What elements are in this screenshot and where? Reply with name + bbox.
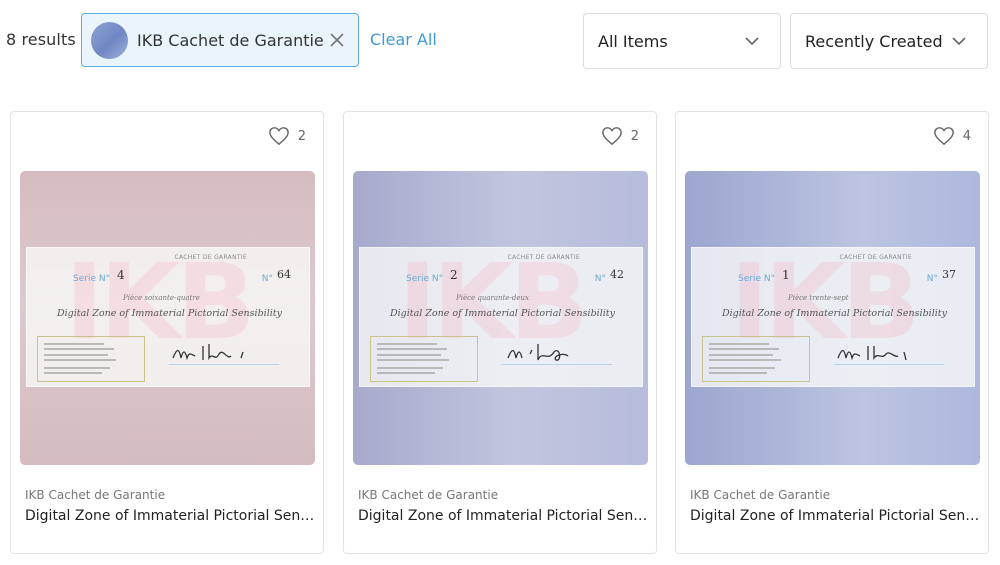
certificate-notice-box [370, 336, 478, 382]
items-filter-value: All Items [598, 31, 668, 51]
like-count: 2 [630, 128, 639, 144]
certificate-no-value: 64 [277, 268, 291, 281]
card-artist: IKB Cachet de Garantie [690, 488, 831, 502]
heart-icon [933, 127, 954, 146]
certificate-line-2: Digital Zone of Immaterial Pictorial Sen… [722, 308, 947, 319]
certificate-serie-label: Serie N° [738, 274, 776, 284]
card-artist: IKB Cachet de Garantie [358, 488, 499, 502]
artwork-image: IKB CACHET DE GARANTIE Serie N° 4 N° 64 … [20, 171, 315, 465]
items-filter-select[interactable]: All Items [583, 13, 781, 69]
sort-select[interactable]: Recently Created [790, 13, 988, 69]
certificate-header: CACHET DE GARANTIE [174, 254, 247, 261]
certificate-no-label: N° [261, 274, 273, 284]
artwork-image: IKB CACHET DE GARANTIE Serie N° 2 N° 42 … [353, 171, 648, 465]
certificate-no-value: 37 [942, 268, 956, 281]
chevron-down-icon [952, 37, 966, 46]
chevron-down-icon [745, 37, 759, 46]
sort-value: Recently Created [805, 31, 943, 51]
certificate-notice-box [37, 336, 145, 382]
artwork-image: IKB CACHET DE GARANTIE Serie N° 1 N° 37 … [685, 171, 980, 465]
certificate-line-1: Pièce quarante-deux [456, 294, 529, 302]
certificate-line-2: Digital Zone of Immaterial Pictorial Sen… [390, 308, 615, 319]
certificate-serie-value: 1 [782, 268, 790, 282]
certificate-no-value: 42 [610, 268, 624, 281]
certificate-line-1: Pièce soixante-quatre [123, 294, 200, 302]
artwork-card[interactable]: 2 IKB CACHET DE GARANTIE Serie N° 4 N° 6… [10, 111, 324, 554]
filter-chip-label: IKB Cachet de Garantie [137, 30, 324, 50]
certificate-line-1: Pièce trente-sept [788, 294, 849, 302]
certificate-header: CACHET DE GARANTIE [839, 254, 912, 261]
card-title[interactable]: Digital Zone of Immaterial Pictorial Sen… [25, 508, 315, 524]
certificate-no-label: N° [594, 274, 606, 284]
certificate: IKB CACHET DE GARANTIE Serie N° 2 N° 42 … [359, 247, 643, 387]
card-title[interactable]: Digital Zone of Immaterial Pictorial Sen… [358, 508, 648, 524]
card-artist: IKB Cachet de Garantie [25, 488, 166, 502]
results-count: 8 results [6, 30, 76, 49]
certificate-serie-label: Serie N° [406, 274, 444, 284]
filter-chip[interactable]: IKB Cachet de Garantie [81, 13, 359, 67]
clear-all-link[interactable]: Clear All [370, 30, 437, 49]
signature [172, 344, 244, 361]
certificate-serie-value: 2 [450, 268, 458, 282]
chip-avatar [91, 21, 128, 59]
like-button[interactable]: 4 [933, 126, 971, 146]
signature [507, 344, 569, 361]
certificate-serie-label: Serie N° [73, 274, 111, 284]
like-count: 4 [962, 128, 971, 144]
like-button[interactable]: 2 [601, 126, 639, 146]
certificate-no-label: N° [926, 274, 938, 284]
card-title[interactable]: Digital Zone of Immaterial Pictorial Sen… [690, 508, 980, 524]
certificate-header: CACHET DE GARANTIE [507, 254, 580, 261]
signature [837, 346, 907, 361]
artwork-card[interactable]: 2 IKB CACHET DE GARANTIE Serie N° 2 N° 4… [343, 111, 657, 554]
like-count: 2 [297, 128, 306, 144]
heart-icon [268, 127, 289, 146]
certificate-notice-box [702, 336, 810, 382]
certificate: IKB CACHET DE GARANTIE Serie N° 4 N° 64 … [26, 247, 310, 387]
heart-icon [601, 127, 622, 146]
certificate: IKB CACHET DE GARANTIE Serie N° 1 N° 37 … [691, 247, 975, 387]
certificate-line-2: Digital Zone of Immaterial Pictorial Sen… [57, 308, 282, 319]
certificate-serie-value: 4 [117, 268, 125, 282]
artwork-card[interactable]: 4 IKB CACHET DE GARANTIE Serie N° 1 N° 3… [675, 111, 989, 554]
like-button[interactable]: 2 [268, 126, 306, 146]
close-icon[interactable] [328, 31, 346, 49]
